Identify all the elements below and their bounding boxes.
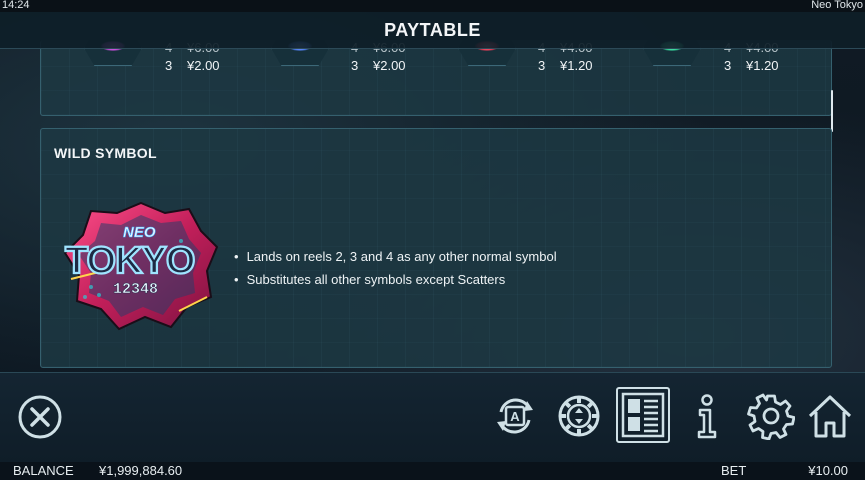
svg-text:A: A [510,409,520,424]
logo-tokyo-text: TOKYO [65,240,194,282]
wild-symbol-panel: WILD SYMBOL NEO TOKYO 12348 Land [40,128,832,368]
autoplay-button[interactable]: A [491,392,539,440]
wild-description-list: Lands on reels 2, 3 and 4 as any other n… [234,245,557,291]
chip-icon [558,395,600,437]
pay-value: ¥1.20 [560,58,593,73]
settings-icon [747,393,795,440]
paytable-symbols-panel: 4¥6.00 3¥2.00 4¥6.00 3¥2.00 4¥4.00 3¥1.2… [40,40,832,116]
scrollbar-thumb[interactable] [831,90,833,132]
paytable-entry-red-gem: 4¥4.00 3¥1.20 [458,40,638,115]
pay-count: 3 [165,58,173,73]
pay-row: 3 ¥2.00 [351,58,406,73]
pay-count: 3 [538,58,546,73]
balance-bet-bar: BALANCE ¥1,999,884.60 BET ¥10.00 [0,462,865,480]
close-button[interactable] [17,394,63,440]
wild-bullet: Lands on reels 2, 3 and 4 as any other n… [234,245,557,268]
settings-button[interactable] [747,392,795,440]
neo-tokyo-wild-logo: NEO TOKYO 12348 [61,201,221,331]
home-button[interactable] [806,392,854,440]
close-icon [18,395,62,439]
bottom-toolbar: A [0,372,865,463]
bet-label: BET [721,463,747,478]
paytable-entry-green-gem: 4¥4.00 3¥1.20 [643,40,823,115]
pay-row: 3 ¥1.20 [724,58,779,73]
system-status-bar: 14:24 Neo Tokyo [0,0,865,12]
bet-value: ¥10.00 [808,463,848,478]
pay-value: ¥2.00 [187,58,220,73]
balance-label: BALANCE [13,463,74,478]
paytable-button[interactable] [616,387,670,443]
page-title: PAYTABLE [384,20,481,40]
wild-bullet: Substitutes all other symbols except Sca… [234,268,557,291]
paytable-icon [621,392,665,438]
clock-time: 14:24 [2,0,30,11]
paytable-entry-blue-gem: 4¥6.00 3¥2.00 [271,40,451,115]
home-icon [808,395,852,438]
pay-row: 3 ¥2.00 [165,58,220,73]
pay-count: 3 [351,58,359,73]
balance-value: ¥1,999,884.60 [99,463,183,478]
info-button[interactable] [691,392,723,440]
logo-number-text: 12348 [113,281,158,298]
autoplay-icon: A [497,398,533,434]
game-name: Neo Tokyo [811,0,863,11]
info-icon [697,394,717,439]
paytable-header: PAYTABLE [0,12,865,49]
pay-count: 3 [724,58,732,73]
logo-neo-text: NEO [123,224,156,241]
paytable-entry-purple-gem: 4¥6.00 3¥2.00 [84,40,264,115]
bet-chip-button[interactable] [555,392,603,440]
pay-value: ¥1.20 [746,58,779,73]
pay-value: ¥2.00 [373,58,406,73]
pay-row: 3 ¥1.20 [538,58,593,73]
section-title: WILD SYMBOL [54,145,157,161]
